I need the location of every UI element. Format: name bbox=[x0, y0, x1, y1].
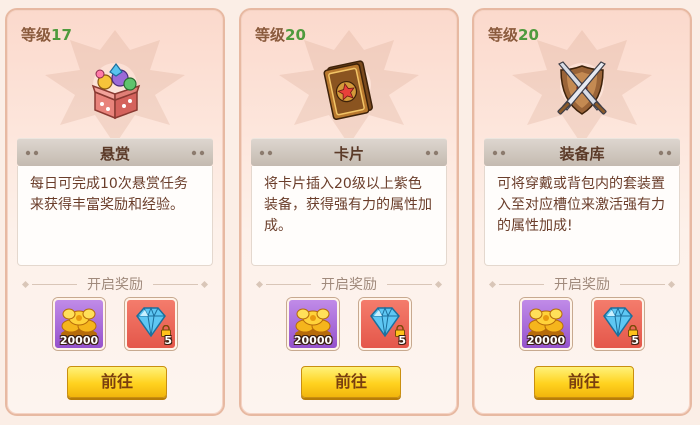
level-requirement: 等级20 bbox=[488, 26, 539, 44]
card-description: 可将穿戴或背包内的套装置入至对应槽位来激活强有力的属性加成! bbox=[484, 166, 680, 266]
reward-count: 5 bbox=[164, 334, 172, 347]
rewards-divider: 开启奖励 bbox=[486, 276, 678, 293]
card-description: 每日可完成10次悬赏任务来获得丰富奖励和经验。 bbox=[17, 166, 213, 266]
reward-gold-coins[interactable]: 20000 bbox=[53, 298, 105, 350]
rewards-divider: 开启奖励 bbox=[253, 276, 445, 293]
rewards-label: 开启奖励 bbox=[87, 277, 143, 293]
rewards-list: 20000 5 bbox=[7, 298, 223, 350]
reward-count: 5 bbox=[631, 334, 639, 347]
go-button[interactable]: 前往 bbox=[534, 366, 634, 398]
card-title-bar: 悬赏 bbox=[17, 138, 213, 166]
card-icon bbox=[314, 54, 384, 124]
crossed-swords-shield-icon bbox=[547, 54, 617, 124]
go-button[interactable]: 前往 bbox=[301, 366, 401, 398]
card-title: 悬赏 bbox=[99, 145, 130, 163]
card-title-bar: 装备库 bbox=[484, 138, 680, 166]
decor-dots-icon bbox=[191, 150, 205, 156]
card-title: 装备库 bbox=[559, 145, 605, 163]
level-requirement: 等级17 bbox=[21, 26, 72, 44]
card-title: 卡片 bbox=[333, 145, 364, 163]
decor-dots-icon bbox=[658, 150, 672, 156]
rewards-list: 20000 5 bbox=[241, 298, 457, 350]
card-description: 将卡片插入20级以上紫色装备，获得强有力的属性加成。 bbox=[251, 166, 447, 266]
reward-gold-coins[interactable]: 20000 bbox=[520, 298, 572, 350]
card-title-bar: 卡片 bbox=[251, 138, 447, 166]
gift-box-icon bbox=[80, 54, 150, 124]
reward-count: 20000 bbox=[293, 334, 333, 347]
feature-card-equipment-vault: 等级20 装备库 可将穿戴或背包内的套装置入至对应槽位来激活强有力的属性加成! … bbox=[472, 8, 692, 416]
rewards-divider: 开启奖励 bbox=[19, 276, 211, 293]
rewards-label: 开启奖励 bbox=[554, 277, 610, 293]
reward-gold-coins[interactable]: 20000 bbox=[287, 298, 339, 350]
reward-diamond[interactable]: 5 bbox=[125, 298, 177, 350]
reward-count: 5 bbox=[398, 334, 406, 347]
reward-count: 20000 bbox=[59, 334, 99, 347]
feature-card-bounty: 等级17 悬赏 每日可完成10次悬赏任务来获得丰富奖励和经验。 开启奖励 200… bbox=[5, 8, 225, 416]
go-button[interactable]: 前往 bbox=[67, 366, 167, 398]
reward-count: 20000 bbox=[526, 334, 566, 347]
feature-card-card: 等级20 卡片 将卡片插入20级以上紫色装备，获得强有力的属性加成。 开启奖励 … bbox=[239, 8, 459, 416]
decor-dots-icon bbox=[425, 150, 439, 156]
rewards-list: 20000 5 bbox=[474, 298, 690, 350]
reward-diamond[interactable]: 5 bbox=[359, 298, 411, 350]
reward-diamond[interactable]: 5 bbox=[592, 298, 644, 350]
level-requirement: 等级20 bbox=[255, 26, 306, 44]
rewards-label: 开启奖励 bbox=[321, 277, 377, 293]
